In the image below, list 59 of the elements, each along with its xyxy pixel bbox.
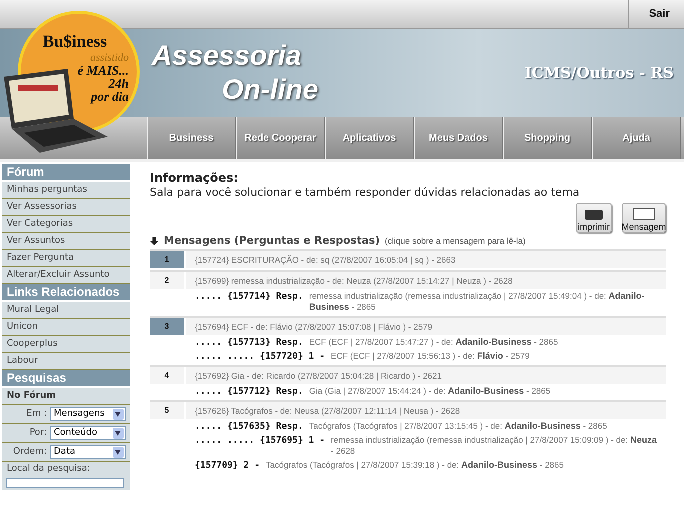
sidebar-link[interactable]: Mural Legal	[2, 302, 130, 319]
site-title: On-line	[221, 73, 318, 107]
search-subheading: No Fórum	[2, 388, 130, 405]
sidebar-link[interactable]: Minhas perguntas	[2, 182, 130, 199]
reply-link[interactable]: Tacógrafos (Tacógrafos | 27/8/2007 15:39:18 ) - de: Adanilo-Business - 2865	[266, 460, 564, 471]
messages-hint: (clique sobre a mensagem para lê-la)	[385, 236, 526, 246]
info-title: Informações:	[150, 170, 240, 186]
reply-id: ..... {157713} Resp.	[195, 338, 304, 348]
message-number: 5	[150, 402, 184, 419]
message-link[interactable]: {157694} ECF - de: Flávio (27/8/2007 15:07:08 | Flávio ) - 2579	[186, 318, 666, 335]
logout-link[interactable]: Sair	[628, 0, 684, 28]
logo-tagline: assistido	[90, 52, 129, 64]
dropdown[interactable]: Conteúdo	[50, 426, 126, 440]
reply-link[interactable]: Tacógrafos (Tacógrafos | 27/8/2007 13:15:45 ) - de: Adanilo-Business - 2865	[309, 421, 608, 432]
message-number: 4	[150, 367, 184, 384]
message-number: 2	[150, 272, 184, 289]
sidebar-link[interactable]: Ver Assuntos	[2, 233, 130, 250]
section-title: ICMS/Outros - RS	[524, 64, 674, 82]
filter-label: Ordem:	[13, 447, 47, 457]
reply-id: ..... ..... {157695} 1 -	[195, 436, 326, 446]
messages-heading: Mensagens (Perguntas e Respostas)	[164, 235, 380, 247]
sidebar-heading: Fórum	[2, 164, 130, 182]
info-text: Sala para você solucionar e também responder dúvidas relacionadas ao tema	[150, 186, 581, 200]
sidebar-link[interactable]: Ver Assessorias	[2, 199, 130, 216]
sidebar-heading: Links Relacionados	[2, 284, 130, 302]
reply-id: {157709} 2 -	[195, 461, 260, 471]
sidebar-link[interactable]: Cooperplus	[2, 336, 130, 353]
reply-id: ..... ..... {157720} 1 -	[195, 352, 326, 362]
filter-label: Por:	[30, 428, 47, 438]
sidebar-link[interactable]: Unicon	[2, 319, 130, 336]
reply-id: ..... {157712} Resp.	[195, 387, 304, 397]
print-button[interactable]: imprimir	[576, 203, 612, 233]
reply-id: ..... {157714} Resp.	[195, 292, 304, 302]
reply-link[interactable]: ECF (ECF | 27/8/2007 15:56:13 ) - de: Flávio - 2579	[331, 351, 530, 362]
message-link[interactable]: {157692} Gia - de: Ricardo (27/8/2007 15:04:28 | Ricardo ) - 2621	[186, 367, 666, 384]
dropdown[interactable]	[6, 478, 124, 488]
logo-slogan: 24h	[108, 77, 129, 90]
sidebar-link[interactable]: Fazer Pergunta	[2, 250, 130, 267]
reply-link[interactable]: ECF (ECF | 27/8/2007 15:47:27 ) - de: Adanilo-Business - 2865	[309, 337, 558, 348]
sidebar-heading: Pesquisas	[2, 370, 130, 388]
reply-id: ..... {157635} Resp.	[195, 422, 304, 432]
logo-slogan: por dia	[89, 90, 129, 103]
dropdown[interactable]: Data	[50, 445, 126, 459]
logo-slogan: é MAIS...	[78, 64, 129, 77]
message-link[interactable]: {157699} remessa industrialização - de: Neuza (27/8/2007 15:14:27 | Neuza ) - 2628	[186, 272, 666, 289]
filter-label: Em :	[26, 409, 47, 419]
message-link[interactable]: {157626} Tacógrafos - de: Neusa (27/8/2007 12:11:14 | Neusa ) - 2628	[186, 402, 666, 419]
search-location-label: Local da pesquisa:	[6, 463, 92, 476]
sidebar-link[interactable]: Ver Categorias	[2, 216, 130, 233]
message-number: 3	[150, 318, 184, 335]
site-title: Assessoria	[152, 39, 302, 73]
message-button[interactable]: Mensagem	[622, 203, 666, 233]
message-number: 1	[150, 251, 184, 268]
dropdown[interactable]: Mensagens	[50, 407, 126, 421]
message-link[interactable]: {157724} ESCRITURAÇÃO - de: sq (27/8/2007 16:05:04 | sq ) - 2663	[186, 251, 666, 268]
logo-brand: Bu$iness	[42, 32, 108, 52]
reply-link[interactable]: Gia (Gia | 27/8/2007 15:44:24 ) - de: Adanilo-Business - 2865	[309, 386, 551, 397]
reply-link[interactable]: remessa industrialização (remessa industrialização | 27/8/2007 15:09:09 ) - de: Neuza - 2628	[331, 435, 660, 457]
reply-link[interactable]: remessa industrialização (remessa industrialização | 27/8/2007 15:49:04 ) - de: Adanilo-Business - 2865	[309, 291, 660, 313]
